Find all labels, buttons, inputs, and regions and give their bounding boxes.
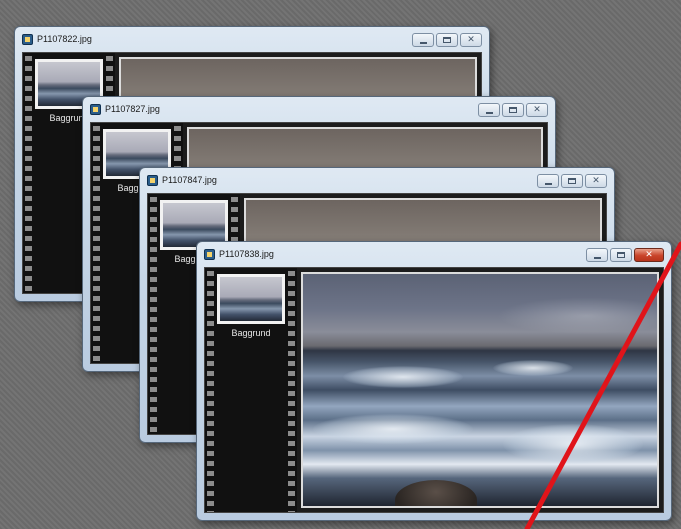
window-content: Baggrund [204, 267, 664, 513]
window-title: P1107847.jpg [162, 175, 217, 185]
close-button[interactable] [634, 248, 664, 262]
wave-highlight [343, 366, 463, 388]
film-perforation [25, 53, 32, 293]
film-perforation [150, 194, 157, 434]
maximize-button[interactable] [502, 103, 524, 117]
maximize-button[interactable] [436, 33, 458, 47]
image-file-icon [204, 249, 215, 260]
minimize-button[interactable] [478, 103, 500, 117]
window-titlebar[interactable]: P1107838.jpg [197, 242, 671, 268]
wave-highlight [503, 424, 643, 464]
image-file-icon [90, 104, 101, 115]
wave-highlight [313, 414, 473, 444]
window-titlebar[interactable]: P1107847.jpg [140, 168, 614, 194]
layer-label: Baggrund [231, 328, 271, 338]
layer-thumbnail[interactable] [217, 274, 285, 324]
window-titlebar[interactable]: P1107822.jpg [15, 27, 489, 53]
close-button[interactable] [585, 174, 607, 188]
maximize-button[interactable] [561, 174, 583, 188]
filmstrip-panel: Baggrund [205, 268, 297, 512]
film-perforation [288, 268, 295, 512]
minimize-button[interactable] [412, 33, 434, 47]
close-button[interactable] [460, 33, 482, 47]
window-title: P1107827.jpg [105, 104, 160, 114]
film-perforation [93, 123, 100, 363]
window-title: P1107838.jpg [219, 249, 274, 259]
image-file-icon [22, 34, 33, 45]
window-titlebar[interactable]: P1107827.jpg [83, 97, 555, 123]
minimize-button[interactable] [537, 174, 559, 188]
wave-highlight [493, 360, 573, 376]
minimize-button[interactable] [586, 248, 608, 262]
image-canvas[interactable] [301, 272, 659, 508]
image-window-active[interactable]: P1107838.jpg Baggrund [196, 241, 672, 521]
close-button[interactable] [526, 103, 548, 117]
window-title: P1107822.jpg [37, 34, 92, 44]
maximize-button[interactable] [610, 248, 632, 262]
image-file-icon [147, 175, 158, 186]
film-perforation [207, 268, 214, 512]
rock [395, 480, 477, 506]
